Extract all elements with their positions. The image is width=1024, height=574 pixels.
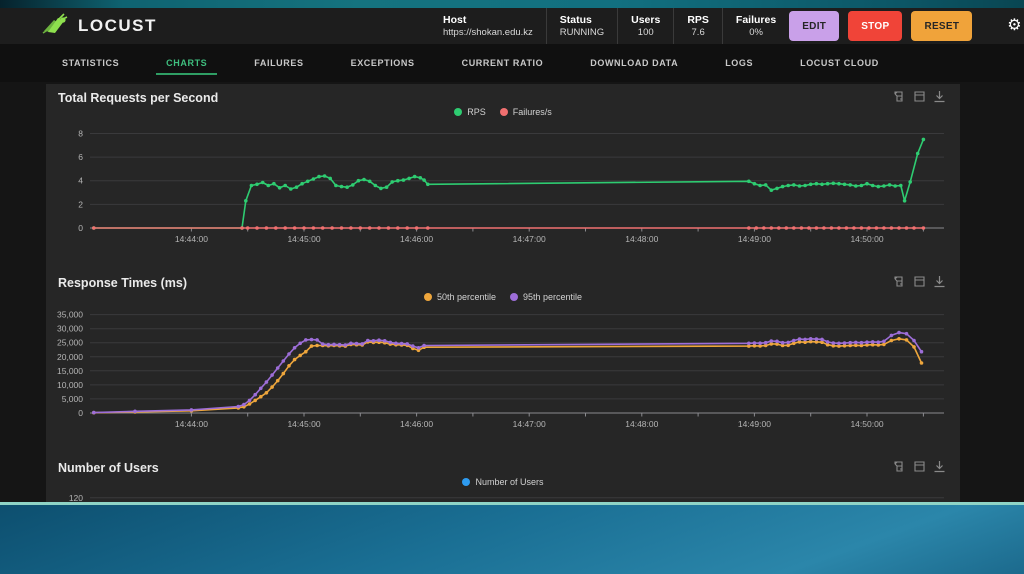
svg-text:14:45:00: 14:45:00 [287, 234, 320, 244]
chart-toolbox [893, 275, 946, 288]
stat-label: RPS [687, 13, 709, 26]
nav-tabs: STATISTICS CHARTS FAILURES EXCEPTIONS CU… [0, 44, 1024, 82]
tab-statistics[interactable]: STATISTICS [52, 52, 129, 75]
tab-download-data[interactable]: DOWNLOAD DATA [580, 52, 688, 75]
locust-logo[interactable]: LOCUST [40, 12, 430, 41]
tab-logs[interactable]: LOGS [715, 52, 763, 75]
svg-text:14:44:00: 14:44:00 [175, 234, 208, 244]
svg-text:5,000: 5,000 [62, 394, 84, 404]
svg-text:14:44:00: 14:44:00 [175, 419, 208, 429]
svg-text:14:46:00: 14:46:00 [400, 419, 433, 429]
restore-icon[interactable] [913, 90, 926, 103]
stat-value: 0% [749, 26, 763, 38]
locust-web-ui: LOCUST Host https://shokan.edu.kz Status… [0, 0, 1024, 574]
svg-text:30,000: 30,000 [57, 324, 83, 334]
legend-item[interactable]: Failures/s [499, 107, 552, 117]
restore-icon[interactable] [913, 460, 926, 473]
stat-failures: Failures 0% [721, 8, 789, 44]
svg-text:6: 6 [78, 152, 83, 162]
svg-text:14:48:00: 14:48:00 [625, 419, 658, 429]
download-icon[interactable] [933, 460, 946, 473]
legend-item[interactable]: RPS [454, 107, 486, 117]
stats-bar: Host https://shokan.edu.kz Status RUNNIN… [430, 8, 789, 44]
stat-value: 7.6 [691, 26, 705, 38]
top-bar: LOCUST Host https://shokan.edu.kz Status… [0, 8, 1024, 44]
svg-text:4: 4 [78, 176, 83, 186]
tab-current-ratio[interactable]: CURRENT RATIO [452, 52, 554, 75]
chart-toolbox [893, 90, 946, 103]
legend-item[interactable]: 95th percentile [510, 292, 582, 302]
svg-text:14:46:00: 14:46:00 [400, 234, 433, 244]
stat-rps: RPS 7.6 [673, 8, 722, 44]
svg-text:0: 0 [78, 223, 83, 233]
legend-dot-icon [462, 478, 471, 486]
grasshopper-icon [40, 12, 70, 41]
svg-text:14:45:00: 14:45:00 [287, 419, 320, 429]
legend-dot-icon [510, 293, 518, 301]
svg-text:14:50:00: 14:50:00 [850, 419, 883, 429]
stat-label: Status [559, 13, 592, 26]
svg-text:14:47:00: 14:47:00 [513, 234, 546, 244]
stop-button[interactable]: STOP [848, 11, 903, 41]
download-icon[interactable] [933, 275, 946, 288]
chart-title: Number of Users [58, 461, 159, 475]
chart-title: Response Times (ms) [58, 276, 187, 290]
chart-title: Total Requests per Second [58, 91, 219, 105]
stat-label: Host [443, 13, 467, 26]
edit-button[interactable]: EDIT [789, 11, 840, 41]
tab-locust-cloud[interactable]: LOCUST CLOUD [790, 52, 889, 75]
tab-failures[interactable]: FAILURES [244, 52, 313, 75]
response-times-plot[interactable]: 0 5,000 10,000 15,000 20,000 25,000 30,000 35,0… [56, 303, 950, 435]
svg-text:15,000: 15,000 [57, 366, 83, 376]
svg-text:25,000: 25,000 [57, 338, 83, 348]
rps-chart-plot[interactable]: 0 2 4 6 8 14:44:00 14:45:00 14:46:00 14:47:00 14:… [56, 118, 950, 250]
legend-dot-icon [454, 108, 463, 116]
stat-host: Host https://shokan.edu.kz [430, 8, 546, 44]
video-letterbox-bottom-band [0, 502, 1024, 574]
svg-text:2: 2 [78, 199, 83, 209]
svg-text:14:47:00: 14:47:00 [513, 419, 546, 429]
svg-text:14:48:00: 14:48:00 [625, 234, 658, 244]
gear-icon[interactable]: ⚙ [1007, 18, 1021, 34]
stat-users: Users 100 [617, 8, 673, 44]
legend-item[interactable]: 50th percentile [423, 292, 496, 302]
restore-icon[interactable] [913, 275, 926, 288]
video-letterbox-top-strip [0, 0, 1024, 8]
legend-item[interactable]: Number of Users [462, 477, 544, 487]
legend-dot-icon [499, 108, 508, 116]
svg-text:35,000: 35,000 [57, 310, 83, 320]
stat-label: Users [631, 13, 661, 26]
download-icon[interactable] [933, 90, 946, 103]
svg-text:10,000: 10,000 [57, 380, 83, 390]
logo-text: LOCUST [78, 16, 157, 35]
legend-dot-icon [423, 293, 432, 301]
zoom-reset-icon[interactable] [893, 275, 906, 288]
stat-value: RUNNING [559, 26, 605, 38]
charts-panel: Total Requests per Second RPS Failures/s … [46, 84, 960, 574]
tab-exceptions[interactable]: EXCEPTIONS [341, 52, 425, 75]
chart-legend: 50th percentile 95th percentile [56, 291, 950, 303]
chart-legend: RPS Failures/s [56, 106, 950, 118]
svg-text:14:49:00: 14:49:00 [738, 419, 771, 429]
chart-toolbox [893, 460, 946, 473]
tab-charts[interactable]: CHARTS [156, 52, 218, 75]
zoom-reset-icon[interactable] [893, 460, 906, 473]
chart-response-times: Response Times (ms) 50th percentile 95th … [46, 250, 960, 435]
chart-total-requests: Total Requests per Second RPS Failures/s … [46, 84, 960, 250]
stat-value: https://shokan.edu.kz [443, 26, 533, 38]
reset-button[interactable]: RESET [911, 11, 973, 41]
stat-label: Failures [735, 13, 777, 26]
action-buttons: EDIT STOP RESET ⚙ [789, 11, 1022, 41]
svg-text:14:50:00: 14:50:00 [850, 234, 883, 244]
stat-status: Status RUNNING [545, 8, 617, 44]
svg-text:14:49:00: 14:49:00 [738, 234, 771, 244]
svg-text:0: 0 [78, 408, 83, 418]
stat-value: 100 [637, 26, 654, 38]
svg-text:20,000: 20,000 [57, 352, 83, 362]
zoom-reset-icon[interactable] [893, 90, 906, 103]
svg-text:8: 8 [78, 129, 83, 139]
chart-legend: Number of Users [56, 476, 950, 488]
